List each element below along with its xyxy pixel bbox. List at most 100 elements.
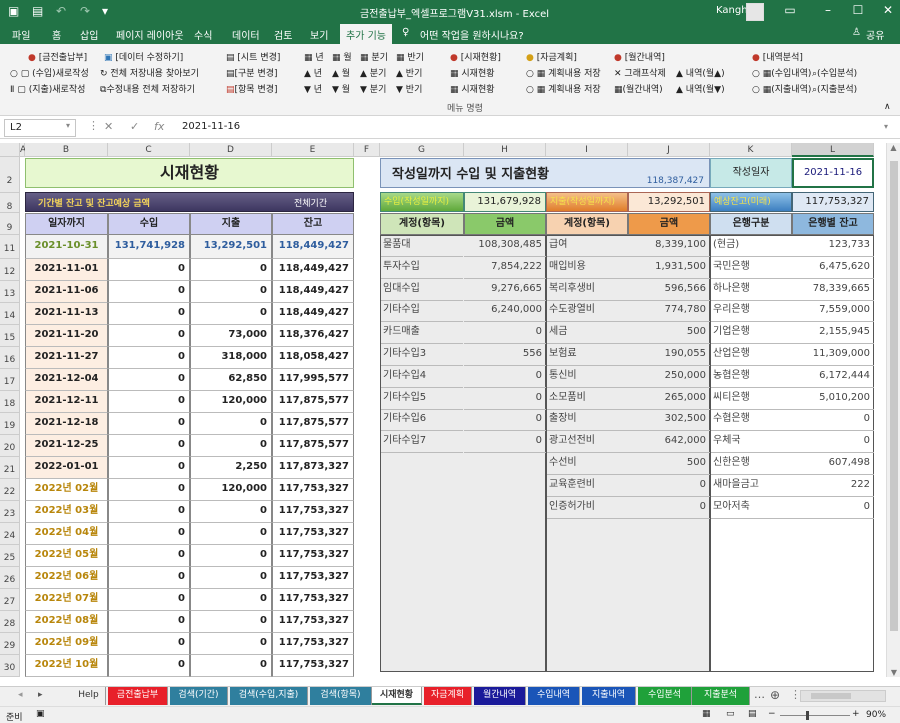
- amount-cell[interactable]: 117,753,327: [272, 545, 354, 567]
- macro-record-icon[interactable]: ▣: [36, 709, 45, 719]
- expense-account-cell[interactable]: 보험료: [547, 344, 628, 366]
- normal-view-icon[interactable]: ▦: [702, 709, 711, 719]
- ribbon-header-edit-data[interactable]: ▣ [데이터 수정하기]: [104, 50, 183, 63]
- income-amount-cell[interactable]: 556: [464, 344, 546, 366]
- column-header[interactable]: H: [464, 143, 546, 157]
- amount-cell[interactable]: 118,449,427: [272, 281, 354, 303]
- expense-account-cell[interactable]: 매입비용: [547, 257, 628, 279]
- column-header[interactable]: D: [190, 143, 272, 157]
- column-header-selected[interactable]: L: [792, 143, 874, 157]
- expense-amount-cell[interactable]: 190,055: [628, 344, 710, 366]
- bank-balance-cell[interactable]: 123,733: [792, 235, 874, 257]
- amount-cell[interactable]: 0: [108, 369, 190, 391]
- amount-cell[interactable]: 0: [108, 325, 190, 347]
- more-tabs-icon[interactable]: …: [754, 688, 765, 701]
- amount-cell[interactable]: 118,376,427: [272, 325, 354, 347]
- chevron-down-icon[interactable]: ▾: [66, 121, 70, 130]
- income-new-button[interactable]: ○ ▢ (수입)새로작성: [10, 66, 89, 79]
- tab-sheet[interactable]: 검색(수입,지출): [230, 687, 308, 705]
- tab-sheet[interactable]: 자금계획: [424, 687, 472, 705]
- amount-cell[interactable]: 0: [108, 259, 190, 281]
- half-up-button[interactable]: ▲ 반기: [396, 66, 422, 79]
- amount-cell[interactable]: 0: [190, 259, 272, 281]
- date-cell[interactable]: 2022년 09월: [25, 633, 108, 655]
- ribbon-header-quarter[interactable]: ▦ 분기: [360, 50, 388, 63]
- ribbon-header-analysis[interactable]: ● [내역분석]: [752, 50, 803, 63]
- tab-review[interactable]: 검토: [274, 27, 292, 42]
- save-plan-button-1[interactable]: ○ ▦ 계획내용 저장: [526, 66, 601, 79]
- amount-cell[interactable]: 118,058,427: [272, 347, 354, 369]
- date-cell[interactable]: 2021-11-20: [25, 325, 108, 347]
- select-all-corner[interactable]: [0, 143, 20, 157]
- row-header[interactable]: 30: [0, 655, 20, 677]
- horizontal-scroll-thumb[interactable]: [811, 693, 851, 699]
- amount-cell[interactable]: 117,875,577: [272, 391, 354, 413]
- row-header[interactable]: 20: [0, 435, 20, 457]
- date-cell[interactable]: 2022년 07월: [25, 589, 108, 611]
- expense-amount-cell[interactable]: 774,780: [628, 300, 710, 322]
- row-header[interactable]: 29: [0, 633, 20, 655]
- date-cell[interactable]: 2022년 04월: [25, 523, 108, 545]
- amount-cell[interactable]: 0: [108, 501, 190, 523]
- income-account-cell[interactable]: 임대수입: [381, 279, 463, 301]
- quarter-down-button[interactable]: ▼ 분기: [360, 82, 386, 95]
- income-account-cell[interactable]: 기타수입5: [381, 388, 463, 410]
- income-amount-cell[interactable]: 0: [464, 388, 546, 410]
- ribbon-header-cash-status[interactable]: ● [시재현황]: [450, 50, 501, 63]
- avatar[interactable]: [746, 3, 764, 21]
- zoom-slider-thumb[interactable]: [806, 711, 809, 720]
- tab-sheet[interactable]: Help: [72, 687, 106, 705]
- row-header[interactable]: 25: [0, 545, 20, 567]
- income-amount-cell[interactable]: 0: [464, 431, 546, 453]
- amount-cell[interactable]: 0: [190, 281, 272, 303]
- expense-account-cell[interactable]: 세금: [547, 322, 628, 344]
- date-cell[interactable]: 2022년 05월: [25, 545, 108, 567]
- detail-month-down-button[interactable]: ▲ 내역(월▼): [676, 82, 725, 95]
- income-amount-cell[interactable]: 9,276,665: [464, 279, 546, 301]
- bank-name-cell[interactable]: 농협은행: [711, 366, 792, 388]
- column-header[interactable]: C: [108, 143, 190, 157]
- column-header[interactable]: K: [710, 143, 792, 157]
- tab-sheet[interactable]: 수입분석: [638, 687, 692, 705]
- expense-account-cell[interactable]: 통신비: [547, 366, 628, 388]
- expense-amount-cell[interactable]: 265,000: [628, 388, 710, 410]
- tab-sheet[interactable]: 지출내역: [582, 687, 636, 705]
- tab-sheet[interactable]: 검색(항목): [310, 687, 372, 705]
- date-cell-selected[interactable]: 2021-11-16: [792, 158, 874, 188]
- amount-cell[interactable]: 0: [190, 413, 272, 435]
- amount-cell[interactable]: 0: [190, 523, 272, 545]
- expense-amount-cell[interactable]: 8,339,100: [628, 235, 710, 257]
- amount-cell[interactable]: 117,875,577: [272, 413, 354, 435]
- row-header[interactable]: 2: [0, 157, 20, 193]
- bank-balance-cell[interactable]: 0: [792, 497, 874, 519]
- income-amount-cell[interactable]: 7,854,222: [464, 257, 546, 279]
- date-cell[interactable]: 2022년 06월: [25, 567, 108, 589]
- tab-page-layout[interactable]: 페이지 레이아웃: [116, 27, 184, 42]
- amount-cell[interactable]: 0: [108, 589, 190, 611]
- date-cell[interactable]: 2022년 10월: [25, 655, 108, 677]
- expense-amount-cell[interactable]: 1,931,500: [628, 257, 710, 279]
- cash-status-button-2[interactable]: ▦ 시재현황: [450, 82, 495, 95]
- income-amount-cell[interactable]: 0: [464, 366, 546, 388]
- amount-cell[interactable]: 73,000: [190, 325, 272, 347]
- bank-name-cell[interactable]: 신한은행: [711, 453, 792, 475]
- amount-cell[interactable]: 0: [108, 567, 190, 589]
- half-down-button[interactable]: ▼ 반기: [396, 82, 422, 95]
- row-header[interactable]: 13: [0, 281, 20, 303]
- date-cell[interactable]: 2021-11-01: [25, 259, 108, 281]
- vertical-scrollbar[interactable]: ▲ ▼: [886, 143, 900, 677]
- income-account-cell[interactable]: 물품대: [381, 235, 463, 257]
- monthly-detail-button[interactable]: ▦(월간내역): [614, 82, 663, 95]
- column-header[interactable]: E: [272, 143, 354, 157]
- row-header[interactable]: 14: [0, 303, 20, 325]
- bank-name-cell[interactable]: 국민은행: [711, 257, 792, 279]
- page-break-icon[interactable]: ▤: [748, 709, 757, 719]
- income-amount-cell[interactable]: 6,240,000: [464, 300, 546, 322]
- amount-cell[interactable]: 117,753,327: [272, 501, 354, 523]
- tab-file[interactable]: 파일: [12, 27, 30, 42]
- amount-cell[interactable]: 0: [108, 633, 190, 655]
- amount-cell[interactable]: 117,753,327: [272, 655, 354, 677]
- amount-cell[interactable]: 117,753,327: [272, 479, 354, 501]
- expense-account-cell[interactable]: 수선비: [547, 453, 628, 475]
- expense-account-cell[interactable]: 복리후생비: [547, 279, 628, 301]
